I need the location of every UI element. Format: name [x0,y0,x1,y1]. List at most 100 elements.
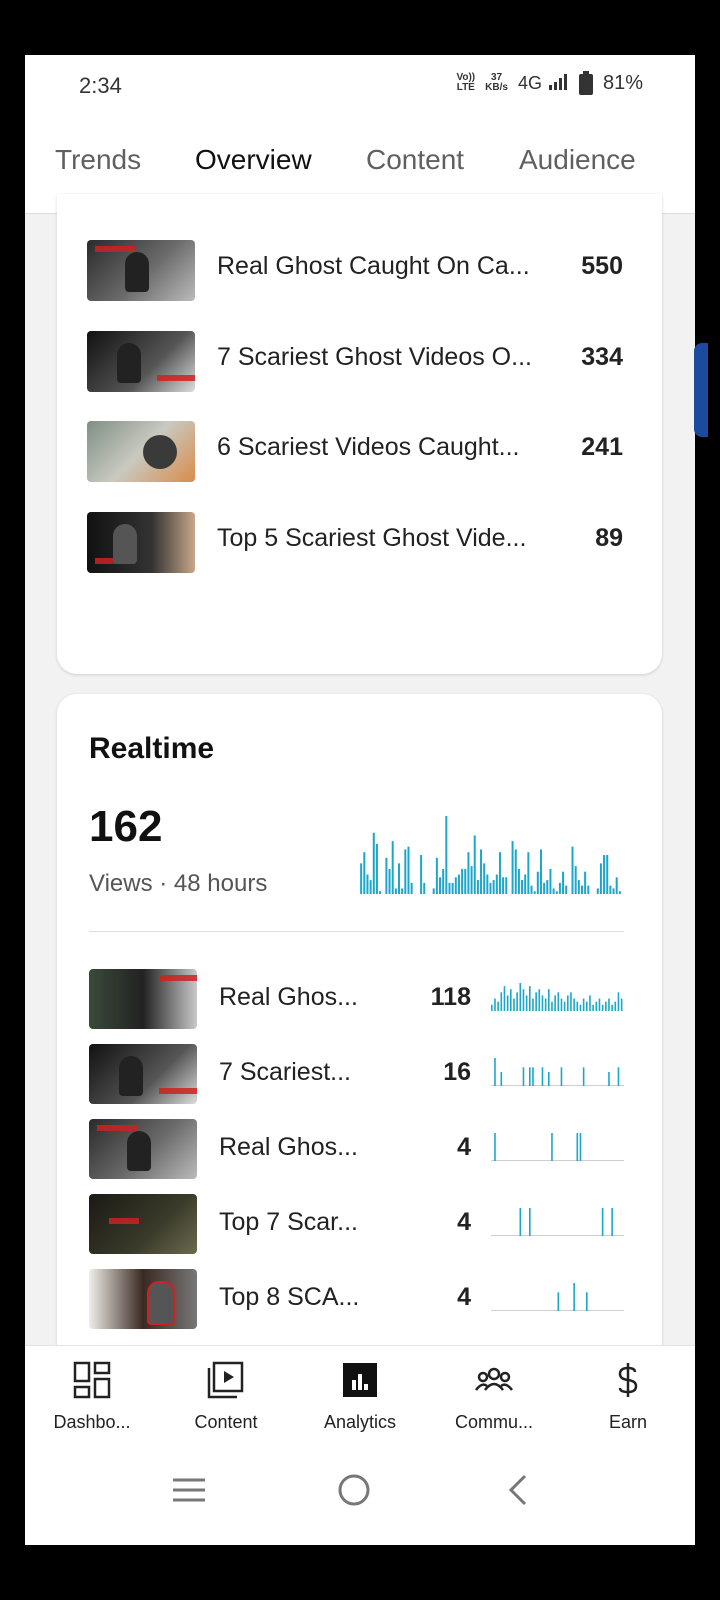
sparkline-bar [476,880,479,894]
sparkline-bar [573,1283,575,1311]
sparkline-bar [521,880,524,894]
sparkline-bar [388,868,391,894]
sparkline-bar [494,998,496,1011]
status-time: 2:34 [79,73,122,98]
home-icon[interactable] [336,1472,372,1508]
sparkline-bar [464,868,467,894]
realtime-row[interactable]: Top 7 Scar... 4 [89,1194,624,1254]
sparkline-bar [557,992,560,1011]
video-thumbnail [89,1269,197,1329]
sparkline-bar [608,998,610,1011]
top-content-row[interactable]: 7 Scariest Ghost Videos O... 334 [87,331,623,393]
sparkline-bar [529,1208,531,1236]
sparkline-bar [473,835,476,894]
video-views: 89 [595,524,623,552]
battery-icon [578,71,593,95]
realtime-row[interactable]: Top 8 SCA... 4 [89,1269,624,1329]
sparkline-bar [432,888,435,894]
nav-dashboard[interactable]: Dashbo... [25,1346,159,1446]
top-content-row[interactable]: 6 Scariest Videos Caught... 241 [87,421,623,483]
sparkline-bar [615,877,618,894]
realtime-row[interactable]: Real Ghos... 4 [89,1119,624,1179]
sparkline-bar [423,882,426,894]
sparkline-bar [372,832,375,894]
network-type: 4G [518,73,569,94]
sparkline-bar [491,1004,493,1011]
top-content-row[interactable]: Top 5 Scariest Ghost Vide... 89 [87,512,623,574]
nav-label: Content [194,1412,258,1432]
top-content-row[interactable]: Real Ghost Caught On Ca... 550 [87,240,623,302]
sparkline-bar [541,995,544,1011]
sparkline-bar [435,857,438,894]
scroll-area[interactable]: Real Ghost Caught On Ca... 550 7 Scaries… [25,194,695,1367]
system-navigation [25,1445,695,1545]
divider [89,931,624,932]
video-thumbnail [87,512,195,573]
sparkline-bar [522,1067,525,1086]
sparkline-bar [535,992,537,1011]
realtime-title: Realtime [89,732,215,765]
video-sparkline [491,1058,624,1086]
video-thumbnail [89,969,197,1029]
back-icon[interactable] [505,1472,531,1508]
nav-analytics[interactable]: Analytics [293,1346,427,1446]
sparkline-bar [543,882,546,894]
sparkline-bar [505,877,508,894]
video-title: Real Ghos... [219,983,358,1011]
sparkline-bar [582,998,585,1011]
sparkline-bar [554,995,556,1011]
nav-community[interactable]: Commu... [427,1346,561,1446]
nav-label: Analytics [323,1412,397,1432]
sparkline-bar [470,866,473,894]
sparkline-bar [548,989,550,1011]
sparkline-bar [494,1058,496,1086]
sparkline-bar [549,868,552,894]
sparkline-bar [516,992,518,1011]
sparkline-bar [618,891,621,894]
sparkline-bar [560,1067,563,1086]
video-views: 4 [457,1208,471,1236]
sparkline-bar [608,1072,610,1086]
sparkline-bar [494,1133,496,1161]
sparkline-bar [586,1292,588,1311]
recent-apps-icon[interactable] [171,1475,207,1505]
video-views: 4 [457,1283,471,1311]
sparkline-bar [573,998,575,1011]
status-icons: Vo)) LTE 37 KB/s 4G 81% [456,71,643,95]
video-title: Top 8 SCA... [219,1283,360,1311]
signal-icon [548,73,567,90]
nav-content[interactable]: Content [159,1346,293,1446]
sparkline-bar [579,1004,582,1011]
video-title: Real Ghost Caught On Ca... [217,252,530,280]
sparkline-bar [420,855,423,894]
video-title: 7 Scariest... [219,1058,351,1086]
sparkline-bar [529,986,531,1011]
network-speed: 37 KB/s [485,72,508,93]
sparkline-bar [551,1133,553,1161]
sparkline-bar [546,880,549,894]
video-sparkline [491,1283,624,1311]
sparkline-bar [589,995,591,1011]
sparkline-bar [366,874,369,894]
nav-earn[interactable]: Earn [561,1346,695,1446]
sparkline-bar [538,989,541,1011]
sparkline-bar [617,1067,620,1086]
realtime-views-value: 162 [89,802,163,851]
sparkline-bar [513,998,515,1011]
video-sparkline [491,983,623,1011]
sparkline-bar [369,880,372,894]
realtime-row[interactable]: 7 Scariest... 16 [89,1044,624,1104]
video-title: 6 Scariest Videos Caught... [217,433,520,461]
video-sparkline [491,1208,624,1236]
video-views: 334 [581,343,623,371]
sparkline-bar [541,1067,544,1086]
realtime-row[interactable]: Real Ghos... 118 [89,969,624,1029]
video-thumbnail [87,331,195,392]
sparkline-bar [398,863,401,894]
sparkline-bar [557,1292,560,1311]
edge-panel-handle[interactable] [694,343,708,437]
sparkline-bar [606,855,609,894]
sparkline-bar [562,871,565,894]
sparkline-bar [522,989,525,1011]
video-title: Top 5 Scariest Ghost Vide... [217,524,527,552]
